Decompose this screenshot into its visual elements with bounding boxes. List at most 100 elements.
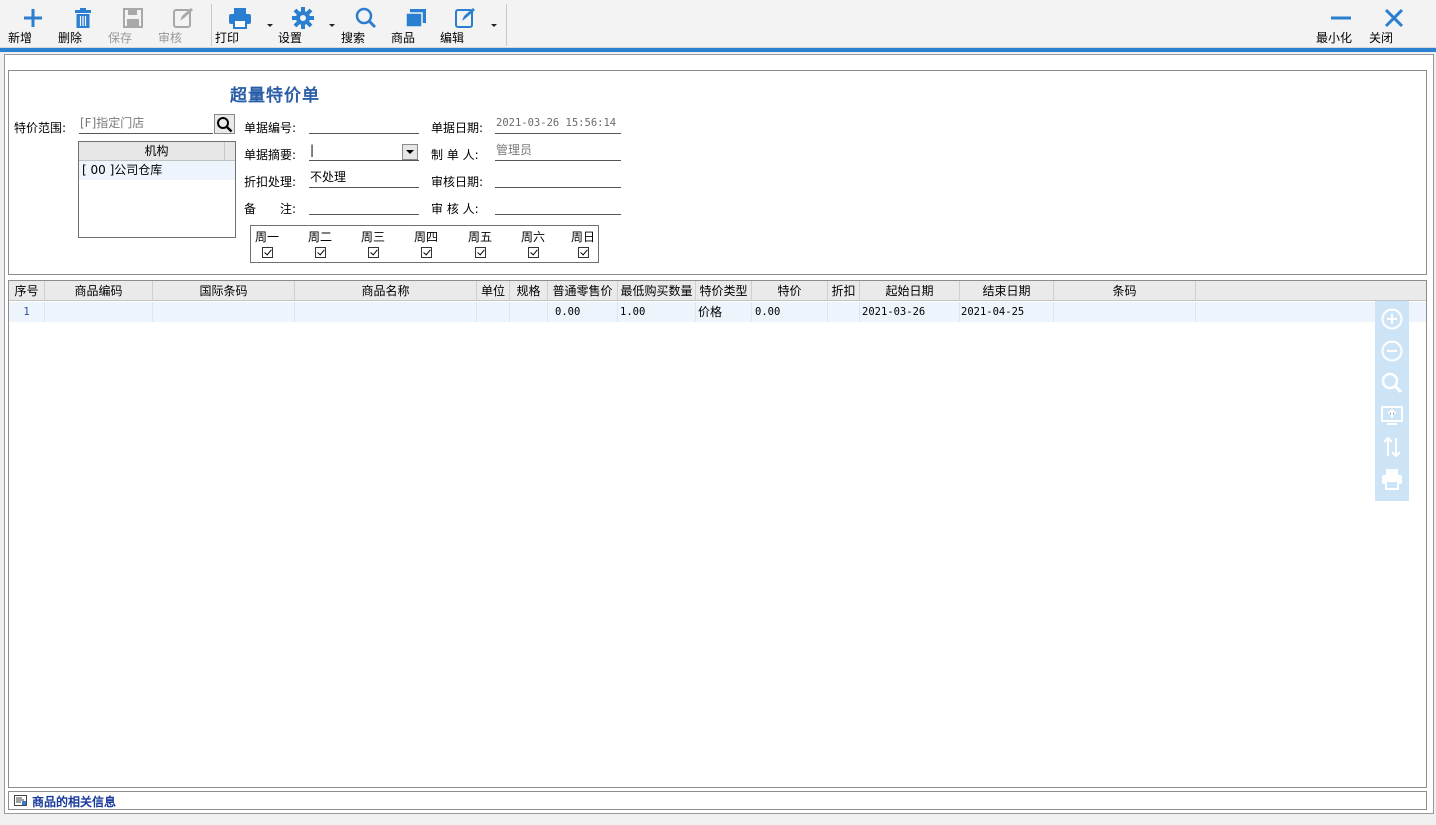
find-button[interactable] bbox=[1380, 371, 1404, 395]
edit-label: 编辑 bbox=[440, 31, 465, 45]
close-icon bbox=[1369, 3, 1419, 31]
cell-start-date[interactable]: 2021-03-26 bbox=[860, 302, 960, 322]
delete-button[interactable]: 删除 bbox=[58, 3, 108, 47]
col-header-end-date[interactable]: 结束日期 bbox=[960, 281, 1054, 301]
search-button[interactable]: 搜索 bbox=[341, 3, 391, 47]
cell-discount[interactable] bbox=[828, 302, 860, 322]
cell-unit[interactable] bbox=[477, 302, 510, 322]
audit-date-field[interactable] bbox=[495, 168, 621, 188]
col-header-min-qty[interactable]: 最低购买数量 bbox=[618, 281, 696, 301]
weekday-checkbox[interactable] bbox=[314, 247, 326, 258]
col-header-code[interactable]: 商品编码 bbox=[45, 281, 153, 301]
audit-button[interactable]: 审核 bbox=[158, 3, 208, 47]
cell-barcode[interactable] bbox=[1054, 302, 1196, 322]
form-title: 超量特价单 bbox=[230, 86, 320, 106]
col-header-spec[interactable]: 规格 bbox=[510, 281, 548, 301]
maker-field[interactable]: 管理员 bbox=[495, 141, 621, 161]
summary-label: 单据摘要: bbox=[244, 148, 297, 162]
minimize-button[interactable]: 最小化 bbox=[1316, 3, 1366, 47]
import-button[interactable] bbox=[1380, 403, 1404, 427]
print-button[interactable]: 打印 bbox=[215, 3, 265, 47]
org-list[interactable]: 机构 [ 00 ]公司仓库 bbox=[78, 141, 236, 238]
col-header-unit[interactable]: 单位 bbox=[477, 281, 510, 301]
settings-button[interactable]: 设置 bbox=[278, 3, 328, 47]
summary-dropdown-button[interactable] bbox=[402, 144, 418, 160]
weekday-selector: 周一 周二 周三 周四 周五 周六 周日 bbox=[250, 225, 599, 263]
auditor-field[interactable] bbox=[495, 195, 621, 215]
print-label: 打印 bbox=[215, 31, 240, 45]
cell-name[interactable] bbox=[295, 302, 477, 322]
goods-label: 商品 bbox=[391, 31, 416, 45]
weekday-checkbox[interactable] bbox=[420, 247, 432, 258]
edit-dropdown-caret-icon[interactable] bbox=[489, 20, 499, 30]
col-header-price-type[interactable]: 特价类型 bbox=[696, 281, 752, 301]
weekday-label: 周五 bbox=[467, 230, 492, 244]
weekday-checkbox[interactable] bbox=[367, 247, 379, 258]
search-label: 搜索 bbox=[341, 31, 366, 45]
cell-price-type[interactable]: 价格 bbox=[696, 302, 752, 322]
new-button[interactable]: 新增 bbox=[8, 3, 58, 47]
form-header-panel: 超量特价单 特价范围: [F]指定门店 机构 [ 00 ]公司仓库 单据编号: … bbox=[8, 70, 1427, 275]
org-column-header: 机构 bbox=[89, 142, 225, 161]
col-header-discount[interactable]: 折扣 bbox=[828, 281, 860, 301]
search-icon bbox=[341, 3, 391, 31]
document-icon bbox=[14, 795, 27, 806]
cell-spec[interactable] bbox=[510, 302, 548, 322]
weekday-tue: 周二 bbox=[300, 228, 340, 258]
col-header-intl-barcode[interactable]: 国际条码 bbox=[153, 281, 295, 301]
weekday-checkbox[interactable] bbox=[474, 247, 486, 258]
col-header-special-price[interactable]: 特价 bbox=[752, 281, 828, 301]
printer-icon bbox=[1382, 469, 1402, 490]
weekday-checkbox[interactable] bbox=[261, 247, 273, 258]
weekday-checkbox[interactable] bbox=[577, 247, 589, 258]
weekday-label: 周四 bbox=[413, 230, 438, 244]
edit-button[interactable]: 编辑 bbox=[440, 3, 490, 47]
close-label: 关闭 bbox=[1369, 31, 1394, 45]
date-field[interactable]: 2021-03-26 15:56:14 bbox=[495, 114, 621, 134]
date-label: 单据日期: bbox=[431, 121, 484, 135]
cell-intl-barcode[interactable] bbox=[153, 302, 295, 322]
cell-code[interactable] bbox=[45, 302, 153, 322]
remark-field[interactable] bbox=[309, 195, 419, 215]
remove-circle-icon bbox=[1381, 340, 1403, 362]
goods-info-bar[interactable]: 商品的相关信息 bbox=[8, 791, 1427, 810]
remark-label: 备 注: bbox=[244, 202, 297, 216]
printer-icon bbox=[215, 3, 265, 31]
org-list-item[interactable]: [ 00 ]公司仓库 bbox=[79, 161, 235, 180]
toolbar: 新增 删除 保存 审核 打印 设置 搜索 商品 编辑 最小化 关闭 bbox=[0, 0, 1436, 48]
weekday-label: 周二 bbox=[307, 230, 332, 244]
grid-header: 序号 商品编码 国际条码 商品名称 单位 规格 普通零售价 最低购买数量 特价类… bbox=[9, 281, 1426, 301]
doc-no-field[interactable] bbox=[309, 114, 419, 134]
close-button[interactable]: 关闭 bbox=[1369, 3, 1419, 47]
remove-row-button[interactable] bbox=[1380, 339, 1404, 363]
cell-min-qty[interactable]: 1.00 bbox=[618, 302, 696, 322]
auditor-label: 审 核 人: bbox=[431, 202, 479, 216]
goods-button[interactable]: 商品 bbox=[391, 3, 441, 47]
save-button[interactable]: 保存 bbox=[108, 3, 158, 47]
scope-field[interactable]: [F]指定门店 bbox=[79, 114, 213, 134]
settings-dropdown-caret-icon[interactable] bbox=[327, 20, 337, 30]
print-dropdown-caret-icon[interactable] bbox=[265, 20, 275, 30]
print-grid-button[interactable] bbox=[1380, 467, 1404, 491]
toolbar-accent-bar bbox=[0, 48, 1436, 52]
cell-special-price[interactable]: 0.00 bbox=[752, 302, 828, 322]
col-header-index[interactable]: 序号 bbox=[9, 281, 45, 301]
col-header-retail-price[interactable]: 普通零售价 bbox=[548, 281, 618, 301]
minimize-icon bbox=[1316, 3, 1366, 31]
add-row-button[interactable] bbox=[1380, 307, 1404, 331]
col-header-name[interactable]: 商品名称 bbox=[295, 281, 477, 301]
scope-search-button[interactable] bbox=[214, 114, 235, 134]
cell-retail-price[interactable]: 0.00 bbox=[548, 302, 618, 322]
save-label: 保存 bbox=[108, 31, 133, 45]
discount-field[interactable]: 不处理 bbox=[309, 168, 419, 188]
cell-end-date[interactable]: 2021-04-25 bbox=[960, 302, 1054, 322]
col-header-start-date[interactable]: 起始日期 bbox=[860, 281, 960, 301]
org-list-header: 机构 bbox=[79, 142, 235, 161]
items-grid[interactable]: 序号 商品编码 国际条码 商品名称 单位 规格 普通零售价 最低购买数量 特价类… bbox=[8, 280, 1427, 788]
minimize-label: 最小化 bbox=[1316, 31, 1353, 45]
sort-button[interactable] bbox=[1380, 435, 1404, 459]
zoom-icon bbox=[1381, 372, 1403, 394]
col-header-barcode[interactable]: 条码 bbox=[1054, 281, 1196, 301]
weekday-checkbox[interactable] bbox=[527, 247, 539, 258]
table-row[interactable]: 1 0.00 1.00 价格 0.00 2021-03-26 2021-04-2… bbox=[9, 302, 1426, 322]
